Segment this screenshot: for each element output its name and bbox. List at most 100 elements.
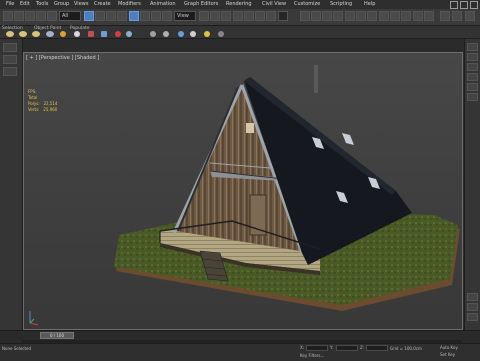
status-bar: None Selected X: Y: Z: Grid = 100,0cm Au… xyxy=(0,343,480,361)
display-none-button[interactable] xyxy=(3,55,17,64)
camera-icon[interactable] xyxy=(101,31,107,37)
z-coord-field[interactable] xyxy=(366,345,388,351)
menu-rendering[interactable]: Rendering xyxy=(226,1,252,7)
menu-modifiers[interactable]: Modifiers xyxy=(118,1,141,7)
rendered-frame-window-icon[interactable] xyxy=(390,11,400,21)
modify-icon[interactable] xyxy=(19,31,27,37)
menu-edit[interactable]: Edit xyxy=(20,1,30,7)
menu-tools[interactable]: Tools xyxy=(36,1,48,7)
panel-tab-display[interactable] xyxy=(467,83,478,91)
undo-icon[interactable] xyxy=(3,11,13,21)
select-move-icon[interactable] xyxy=(129,11,139,21)
key-filters-button[interactable]: Key Filters... xyxy=(300,353,324,358)
select-object-icon[interactable] xyxy=(84,11,94,21)
rectangular-selection-icon[interactable] xyxy=(106,11,116,21)
align-icon[interactable] xyxy=(311,11,321,21)
viewport-label[interactable]: [ + ] [Perspective ] [Shaded ] xyxy=(26,55,99,61)
select-place-icon[interactable] xyxy=(162,11,172,21)
panel-tab-utilities[interactable] xyxy=(467,93,478,101)
auto-key-button[interactable]: Auto Key xyxy=(440,345,458,350)
nav-maximize-button[interactable] xyxy=(467,313,478,321)
tab-selection[interactable]: Selection xyxy=(2,26,23,31)
sun-icon[interactable] xyxy=(204,31,210,37)
menu-civil-view[interactable]: Civil View xyxy=(262,1,286,7)
nav-orbit-button[interactable] xyxy=(467,303,478,311)
menu-scripting[interactable]: Scripting xyxy=(330,1,352,7)
geometry-icon[interactable] xyxy=(178,31,184,37)
menu-graph-editors[interactable]: Graph Editors xyxy=(184,1,218,7)
ribbon: Selection Object Paint Populate xyxy=(0,26,480,39)
close-icon[interactable] xyxy=(470,1,478,9)
minimize-icon[interactable] xyxy=(450,1,458,9)
menu-help[interactable]: Help xyxy=(364,1,375,7)
named-selection-sets-icon[interactable] xyxy=(278,11,288,21)
perspective-viewport[interactable]: [ + ] [Perspective ] [Shaded ] FPS: Tota… xyxy=(23,52,463,330)
nav-zoom-button[interactable] xyxy=(467,293,478,301)
menu-create[interactable]: Create xyxy=(94,1,111,7)
curve-editor-icon[interactable] xyxy=(345,11,355,21)
layers-icon[interactable] xyxy=(190,31,196,37)
scene-explorer-button[interactable] xyxy=(3,43,17,52)
timeline: 0 / 100 xyxy=(0,330,480,343)
menu-views[interactable]: Views xyxy=(74,1,88,7)
render-online-icon[interactable] xyxy=(424,11,434,21)
settings-icon[interactable] xyxy=(218,31,224,37)
systems-icon[interactable] xyxy=(150,31,156,37)
spinner-snap-icon[interactable] xyxy=(266,11,276,21)
toggle-ribbon-icon[interactable] xyxy=(333,11,343,21)
schematic-view-icon[interactable] xyxy=(356,11,366,21)
reference-coordinate-dropdown[interactable]: View xyxy=(174,11,196,21)
fps-label: FPS: xyxy=(28,89,37,94)
create-icon[interactable] xyxy=(6,31,14,37)
panel-tab-motion[interactable] xyxy=(467,73,478,81)
percent-snap-icon[interactable] xyxy=(255,11,265,21)
shapes-icon[interactable] xyxy=(163,31,169,37)
panel-tab-hierarchy[interactable] xyxy=(467,63,478,71)
scene-render[interactable] xyxy=(24,53,463,330)
hierarchy-icon[interactable] xyxy=(32,31,40,37)
render-setup-icon[interactable] xyxy=(379,11,389,21)
mirror-icon[interactable] xyxy=(300,11,310,21)
select-scale-icon[interactable] xyxy=(151,11,161,21)
panel-tab-create[interactable] xyxy=(467,43,478,51)
select-manipulate-icon[interactable] xyxy=(210,11,220,21)
scene-statistics: Total Polys: 22,514 Verts: 25,960 xyxy=(28,95,58,112)
y-coord-field[interactable] xyxy=(336,345,358,351)
select-rotate-icon[interactable] xyxy=(140,11,150,21)
panel-tab-modify[interactable] xyxy=(467,53,478,61)
selection-filter-dropdown[interactable]: All xyxy=(59,11,81,21)
material-editor-icon[interactable] xyxy=(367,11,377,21)
helper-icon[interactable] xyxy=(115,31,121,37)
menu-animation[interactable]: Animation xyxy=(150,1,176,7)
pivot-point-icon[interactable] xyxy=(199,11,209,21)
light-icon[interactable] xyxy=(88,31,94,37)
time-slider[interactable]: 0 / 100 xyxy=(40,332,74,339)
menu-customize[interactable]: Customize xyxy=(294,1,320,7)
window-crossing-icon[interactable] xyxy=(117,11,127,21)
keyboard-shortcut-icon[interactable] xyxy=(221,11,231,21)
menu-file[interactable]: File xyxy=(6,1,14,7)
maximize-icon[interactable] xyxy=(460,1,468,9)
tab-populate[interactable]: Populate xyxy=(70,26,90,31)
link-icon[interactable] xyxy=(25,11,35,21)
space-warp-icon[interactable] xyxy=(126,31,132,37)
display-icon[interactable] xyxy=(60,31,66,37)
angle-snap-icon[interactable] xyxy=(244,11,254,21)
set-key-button[interactable]: Set Key xyxy=(440,352,455,357)
bind-space-warp-icon[interactable] xyxy=(47,11,57,21)
open-explorer-icon[interactable] xyxy=(440,11,450,21)
redo-icon[interactable] xyxy=(14,11,24,21)
workspace-icon[interactable] xyxy=(452,11,462,21)
utilities-icon[interactable] xyxy=(74,31,80,37)
unlink-icon[interactable] xyxy=(36,11,46,21)
layer-explorer-icon[interactable] xyxy=(322,11,332,21)
display-geometry-button[interactable] xyxy=(3,67,17,76)
motion-icon[interactable] xyxy=(46,31,54,37)
snaps-toggle-icon[interactable] xyxy=(233,11,243,21)
help-search-icon[interactable] xyxy=(465,11,475,21)
render-iterative-icon[interactable] xyxy=(413,11,423,21)
x-coord-field[interactable] xyxy=(306,345,328,351)
render-production-icon[interactable] xyxy=(401,11,411,21)
menu-group[interactable]: Group xyxy=(54,1,69,7)
select-by-name-icon[interactable] xyxy=(95,11,105,21)
